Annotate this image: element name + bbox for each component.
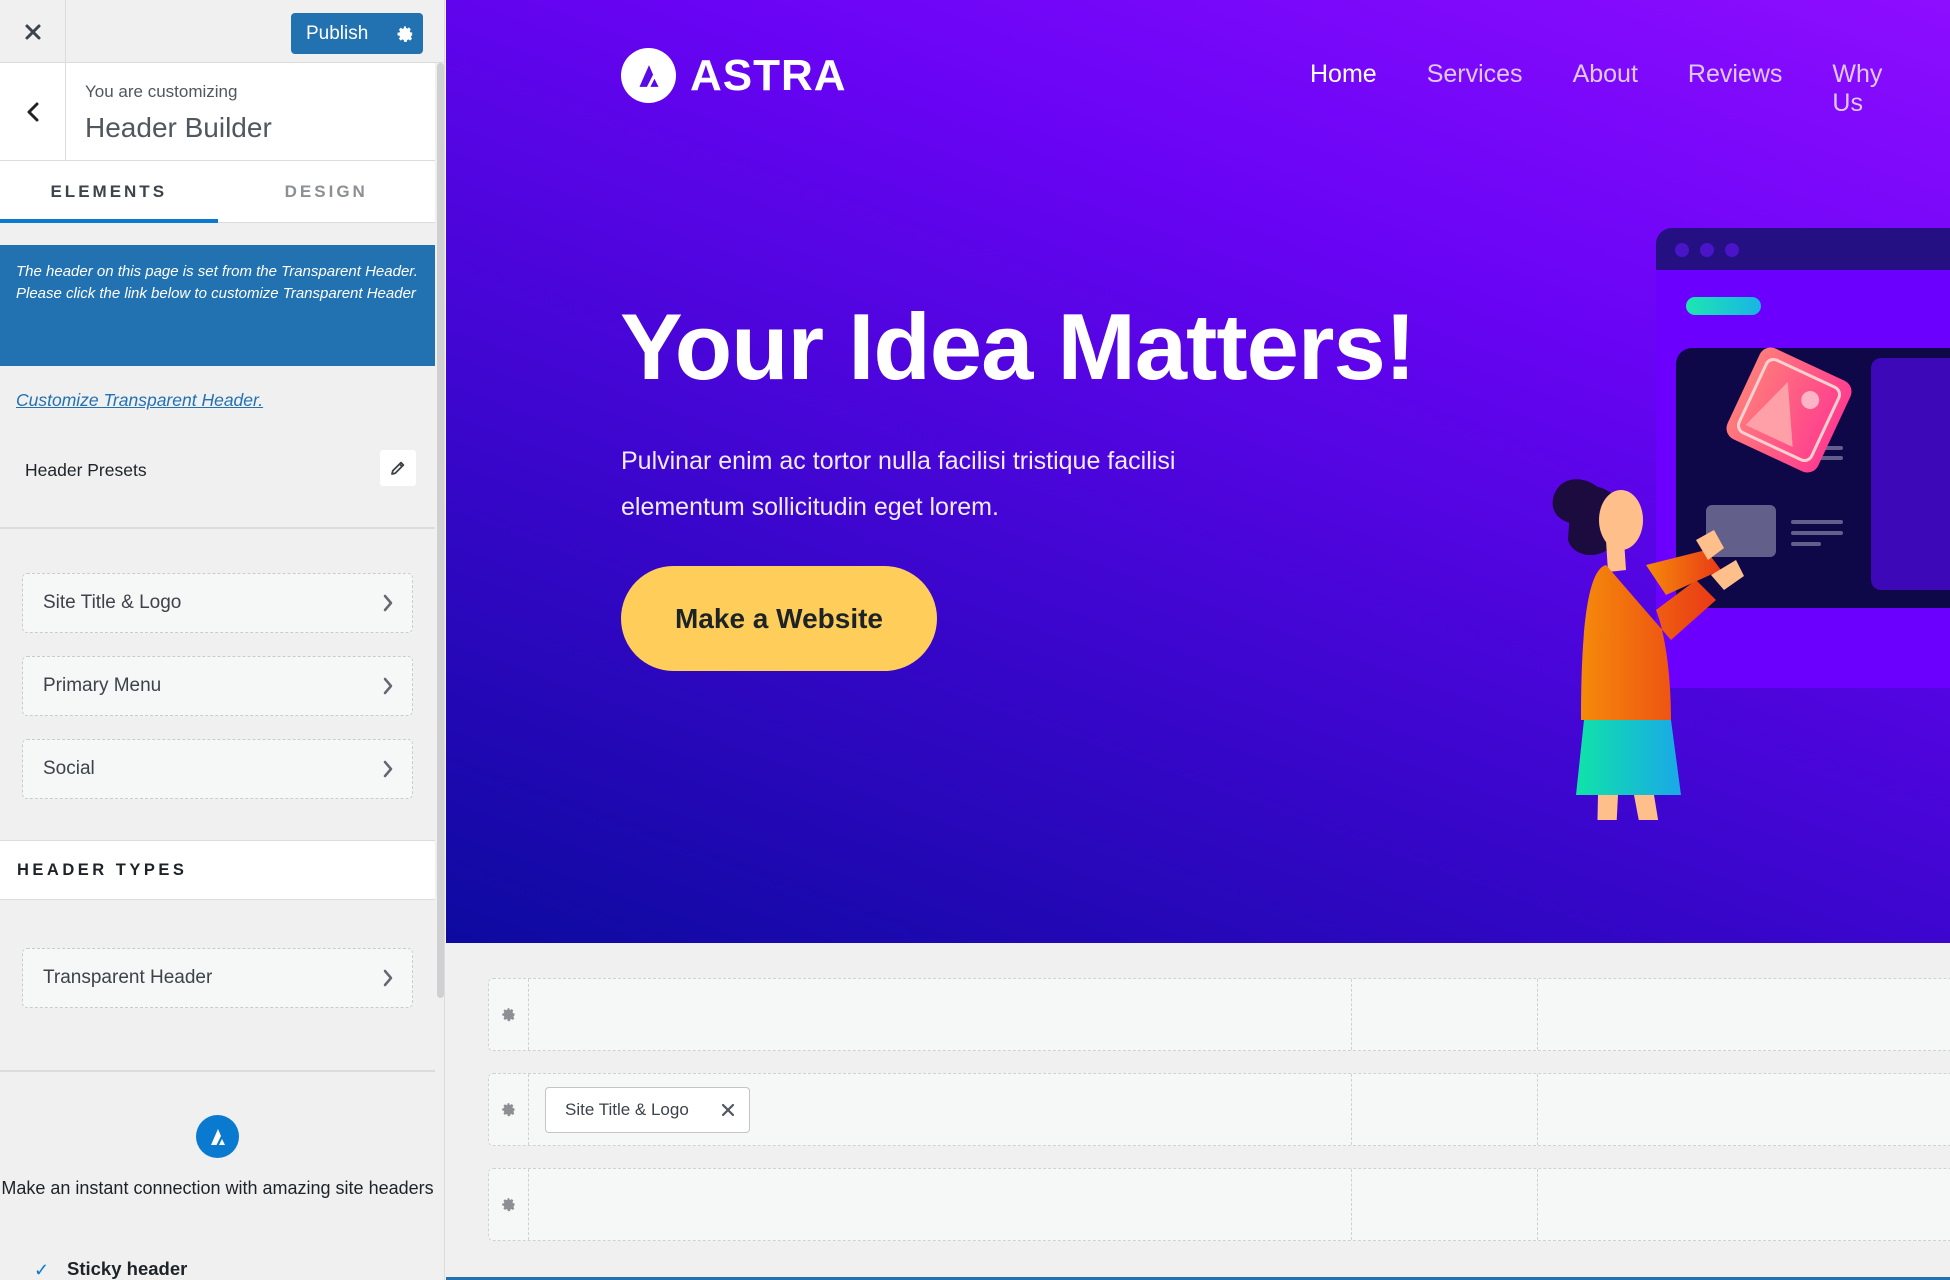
header-type-label: Transparent Header xyxy=(43,967,213,988)
nav-services[interactable]: Services xyxy=(1427,60,1523,118)
transparent-header-notice: The header on this page is set from the … xyxy=(0,245,435,366)
nav-about[interactable]: About xyxy=(1573,60,1638,118)
customizer-sidebar: Publish You are customizing Header Build… xyxy=(0,0,445,1280)
text-line-shape xyxy=(1791,542,1821,546)
element-site-title-logo[interactable]: Site Title & Logo xyxy=(22,573,413,633)
window-dot xyxy=(1700,243,1714,257)
chevron-right-icon xyxy=(383,594,393,612)
chevron-right-icon xyxy=(383,677,393,695)
close-customizer-button[interactable] xyxy=(0,0,66,63)
context-subtitle: You are customizing xyxy=(85,82,238,101)
element-primary-menu[interactable]: Primary Menu xyxy=(22,656,413,716)
tab-design[interactable]: DESIGN xyxy=(218,161,436,222)
astra-logo-icon xyxy=(621,48,676,103)
section-divider xyxy=(0,527,435,529)
header-presets-label: Header Presets xyxy=(25,460,147,480)
header-types-heading: HEADER TYPES xyxy=(0,840,435,900)
pencil-icon xyxy=(391,461,405,475)
header-presets-edit-button[interactable] xyxy=(380,450,416,486)
nav-home[interactable]: Home xyxy=(1310,60,1377,118)
window-dot xyxy=(1675,243,1689,257)
make-website-button[interactable]: Make a Website xyxy=(621,566,937,671)
site-preview: ASTRA Home Services About Reviews Why Us… xyxy=(446,0,1950,1280)
person-leg-shape xyxy=(1597,795,1618,820)
gear-icon xyxy=(502,1103,515,1117)
chevron-right-icon xyxy=(383,760,393,778)
check-icon: ✓ xyxy=(34,1260,50,1280)
primary-menu: Home Services About Reviews Why Us xyxy=(1310,60,1950,118)
promo-feature: Sticky header xyxy=(67,1258,188,1279)
notice-line-2: Please click the link below to customize… xyxy=(16,285,416,302)
element-label: Primary Menu xyxy=(43,675,162,696)
row-settings-button[interactable] xyxy=(489,979,529,1050)
text-line-shape xyxy=(1791,520,1843,524)
element-label: Site Title & Logo xyxy=(43,592,182,613)
row-settings-button[interactable] xyxy=(489,1169,529,1240)
astra-logo-icon xyxy=(196,1115,239,1158)
gradient-pill-shape xyxy=(1686,297,1761,315)
context-title: Header Builder xyxy=(85,112,272,143)
person-skirt-shape xyxy=(1576,720,1681,795)
customize-transparent-header-link[interactable]: Customize Transparent Header. xyxy=(16,390,263,411)
hero-illustration xyxy=(1552,228,1950,820)
hero-description: Pulvinar enim ac tortor nulla facilisi t… xyxy=(621,447,1176,521)
remove-item-icon[interactable] xyxy=(721,1103,735,1117)
sidebar-scrollbar[interactable] xyxy=(436,63,444,1280)
nav-reviews[interactable]: Reviews xyxy=(1688,60,1782,118)
column-divider xyxy=(1351,979,1353,1050)
column-divider xyxy=(1351,1169,1353,1240)
close-icon xyxy=(25,24,40,39)
site-title: ASTRA xyxy=(690,50,847,100)
sidebar-tabs: ELEMENTS DESIGN xyxy=(0,161,435,223)
publish-button[interactable]: Publish xyxy=(291,13,423,54)
element-social[interactable]: Social xyxy=(22,739,413,799)
header-type-transparent[interactable]: Transparent Header xyxy=(22,948,413,1008)
sidebar-scroll-thumb[interactable] xyxy=(437,63,444,998)
chevron-right-icon xyxy=(383,969,393,987)
gear-icon xyxy=(502,1198,515,1212)
nav-why-us[interactable]: Why Us xyxy=(1832,60,1900,118)
chevron-left-icon xyxy=(27,102,38,121)
customizer-context: You are customizing Header Builder xyxy=(0,63,435,161)
text-line-shape xyxy=(1791,531,1843,535)
section-divider xyxy=(0,1070,435,1072)
gear-icon xyxy=(397,25,413,42)
window-dot xyxy=(1725,243,1739,257)
back-button[interactable] xyxy=(0,63,66,160)
builder-item-label: Site Title & Logo xyxy=(565,1100,689,1119)
promo-text: Make an instant connection with amazing … xyxy=(1,1178,434,1198)
notice-line-1: The header on this page is set from the … xyxy=(16,263,418,280)
builder-row-above-header[interactable] xyxy=(488,978,1950,1051)
column-divider xyxy=(1351,1074,1353,1145)
element-label: Social xyxy=(43,758,95,779)
row-settings-button[interactable] xyxy=(489,1074,529,1145)
site-logo[interactable]: ASTRA xyxy=(621,48,847,103)
builder-item-site-title-logo[interactable]: Site Title & Logo xyxy=(545,1087,750,1133)
builder-row-below-header[interactable] xyxy=(488,1168,1950,1241)
gear-icon xyxy=(502,1008,515,1022)
tab-elements[interactable]: ELEMENTS xyxy=(0,161,218,223)
column-divider xyxy=(1537,1074,1539,1145)
publish-settings-button[interactable] xyxy=(387,25,423,43)
person-leg-shape xyxy=(1634,795,1659,820)
sidebar-panel-shape xyxy=(1871,358,1950,590)
publish-label: Publish xyxy=(306,22,369,44)
hero-title: Your Idea Matters! xyxy=(620,294,1416,399)
builder-row-primary-header[interactable]: Site Title & Logo xyxy=(488,1073,1950,1146)
hero-section: ASTRA Home Services About Reviews Why Us… xyxy=(446,0,1950,943)
column-divider xyxy=(1537,979,1539,1050)
customizer-topbar: Publish xyxy=(0,0,444,63)
column-divider xyxy=(1537,1169,1539,1240)
